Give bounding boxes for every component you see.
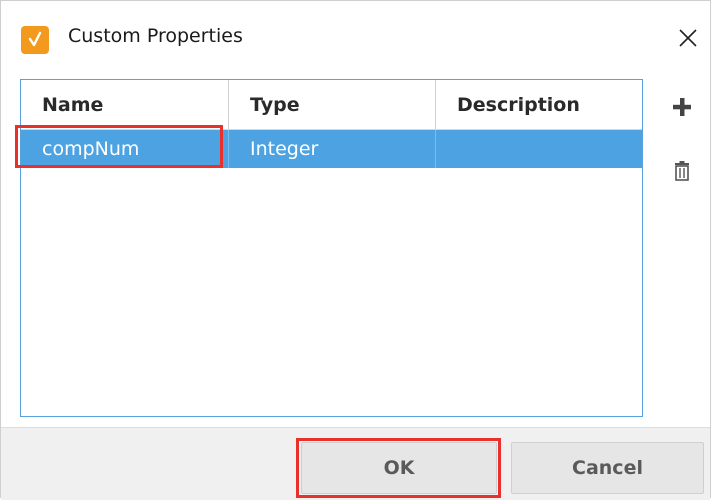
column-header-type[interactable]: Type [229, 80, 436, 129]
column-header-description[interactable]: Description [436, 80, 642, 129]
trash-icon [675, 161, 689, 181]
properties-table[interactable]: Name Type Description compNum Integer [20, 79, 643, 417]
ok-button[interactable]: OK [301, 442, 497, 494]
add-property-button[interactable] [667, 92, 697, 122]
cancel-button[interactable]: Cancel [511, 442, 704, 494]
custom-properties-dialog: Custom Properties Name Type Description … [0, 0, 711, 500]
close-button[interactable] [673, 23, 703, 53]
cell-description[interactable] [436, 130, 642, 168]
delete-property-button[interactable] [667, 156, 697, 186]
column-header-name[interactable]: Name [21, 80, 229, 129]
cell-name[interactable]: compNum [21, 130, 229, 168]
title-bar: Custom Properties [1, 1, 710, 71]
app-icon [21, 26, 49, 54]
table-row[interactable]: compNum Integer [21, 130, 642, 168]
dialog-title: Custom Properties [68, 25, 243, 47]
close-icon [679, 29, 697, 47]
table-header: Name Type Description [21, 80, 642, 130]
cell-type[interactable]: Integer [229, 130, 436, 168]
plus-icon [673, 98, 691, 116]
